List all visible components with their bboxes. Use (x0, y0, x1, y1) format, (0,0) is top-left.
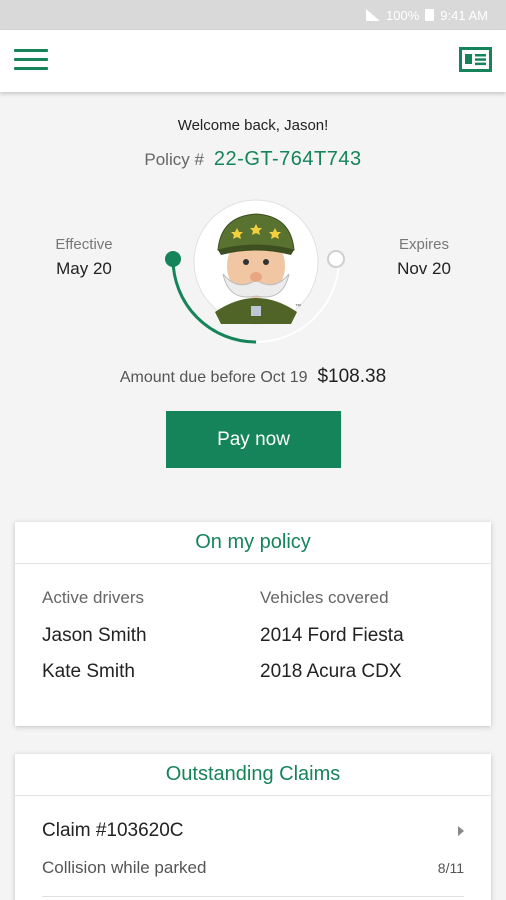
pay-now-button[interactable]: Pay now (166, 411, 341, 468)
driver-item: Kate Smith (42, 661, 135, 682)
policy-number: 22-GT-764T743 (213, 148, 362, 170)
chevron-right-icon (458, 826, 464, 836)
policy-term-dial: ™ (165, 199, 345, 344)
effective-date: May 20 (56, 259, 112, 278)
battery-icon (425, 9, 435, 21)
signal-icon (366, 9, 381, 21)
claim-number: Claim #103620C (42, 820, 184, 841)
expires-date-block: Expires Nov 20 (380, 236, 468, 279)
drivers-header: Active drivers (42, 588, 145, 607)
id-card-icon[interactable] (459, 47, 492, 72)
amount-due-label: Amount due before Oct 19 (119, 369, 308, 386)
term-start-dot (165, 251, 181, 267)
battery-percent: 100% (386, 7, 420, 23)
vehicles-covered-column: Vehicles covered 2014 Ford Fiesta 2018 A… (260, 588, 404, 683)
amount-due-value: $108.38 (317, 366, 387, 387)
active-drivers-column: Active drivers Jason Smith Kate Smith (42, 588, 147, 683)
vehicle-item: 2014 Ford Fiesta (260, 625, 404, 646)
status-bar: 100% 9:41 AM (0, 0, 506, 30)
effective-date-block: Effective May 20 (40, 236, 128, 279)
svg-text:™: ™ (295, 303, 301, 310)
vehicles-header: Vehicles covered (260, 588, 389, 607)
amount-due-row: Amount due before Oct 19 $108.38 (0, 366, 506, 388)
claim-description: Collision while parked (42, 858, 207, 877)
clock: 9:41 AM (440, 7, 488, 23)
policy-label: Policy # (144, 150, 204, 169)
policy-summary: Welcome back, Jason! Policy # 22-GT-764T7… (0, 92, 506, 502)
outstanding-claims-card: Outstanding Claims Claim #103620C Collis… (15, 754, 491, 900)
divider (42, 896, 464, 897)
expires-label: Expires (398, 236, 450, 253)
claims-card-title: Outstanding Claims (15, 754, 491, 796)
claim-date: 8/11 (437, 860, 464, 876)
driver-item: Jason Smith (42, 625, 147, 646)
vehicle-item: 2018 Acura CDX (260, 661, 402, 682)
on-my-policy-card: On my policy Active drivers Jason Smith … (15, 522, 491, 726)
app-bar (0, 30, 506, 92)
hamburger-menu-icon[interactable] (14, 47, 48, 73)
general-mascot: ™ (193, 199, 319, 325)
policy-card-title: On my policy (15, 522, 491, 564)
claim-row[interactable]: Claim #103620C Collision while parked 8/… (15, 796, 491, 900)
term-end-dot (327, 250, 345, 268)
effective-label: Effective (55, 236, 113, 253)
welcome-message: Welcome back, Jason! (177, 117, 329, 134)
expires-date: Nov 20 (397, 259, 451, 278)
policy-number-row: Policy # 22-GT-764T743 (0, 148, 506, 171)
